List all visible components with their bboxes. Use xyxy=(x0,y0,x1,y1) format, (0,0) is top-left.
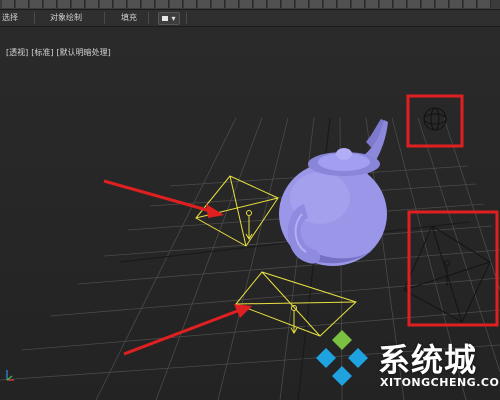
watermark-text: 系统城 xyxy=(378,341,478,379)
target-light-gizmo-2[interactable] xyxy=(235,271,357,337)
light-helper-sphere[interactable] xyxy=(423,107,447,131)
annotation-arrow-1 xyxy=(103,179,224,218)
world-axis-icon xyxy=(6,370,14,381)
annotation-arrow-2 xyxy=(123,304,252,356)
watermark-url: XITONGCHENG.COM xyxy=(380,376,500,389)
camera-helper-gizmo[interactable] xyxy=(403,225,491,323)
annotation-box-light xyxy=(406,94,464,148)
teapot-model[interactable] xyxy=(279,119,388,266)
